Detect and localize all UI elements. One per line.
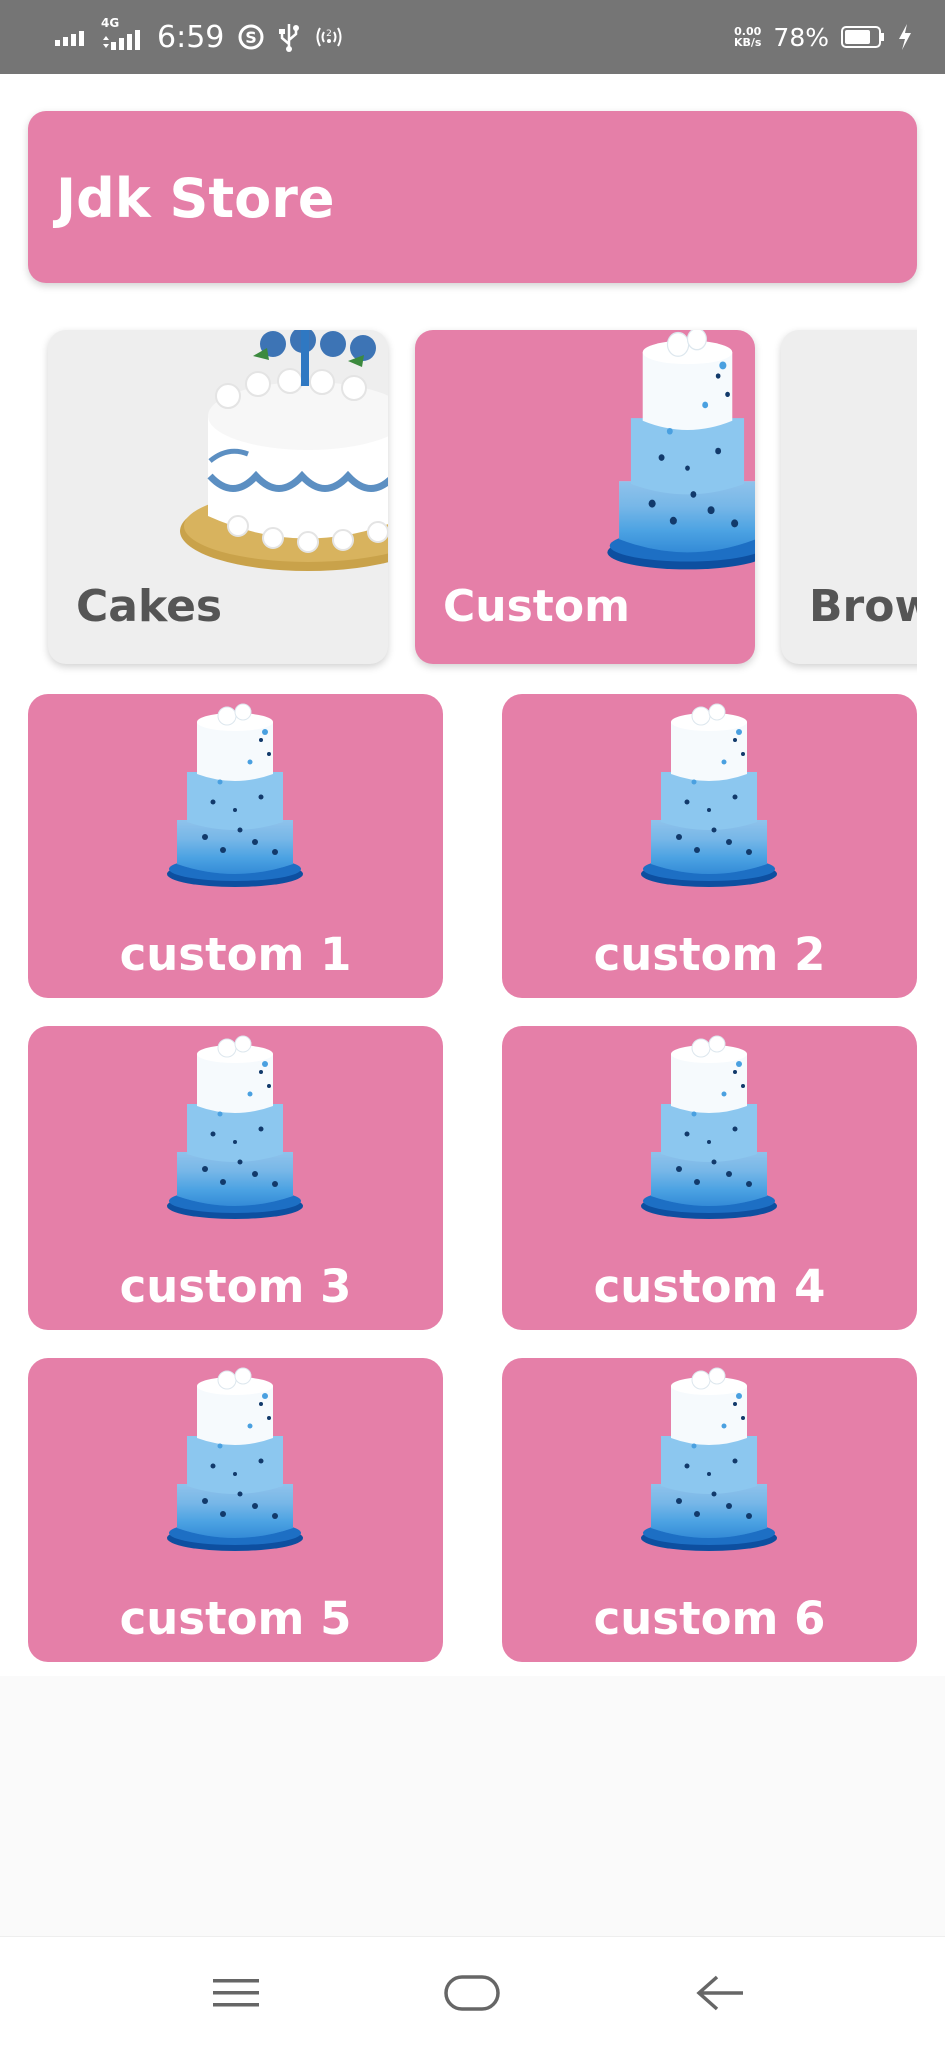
- signal-icon: [55, 28, 87, 46]
- charging-icon: [897, 23, 913, 51]
- svg-text:2: 2: [327, 29, 333, 39]
- category-label: Custom: [443, 581, 630, 632]
- product-label: custom 5: [119, 1592, 352, 1645]
- home-icon: [444, 1975, 500, 2011]
- product-label: custom 2: [593, 928, 826, 981]
- back-button[interactable]: [690, 1965, 750, 2021]
- product-card[interactable]: custom 1: [28, 694, 443, 998]
- app-title: Jdk Store: [56, 167, 335, 230]
- product-card[interactable]: custom 6: [502, 1358, 917, 1662]
- product-grid: custom 1 custom 2 custom 3 custom 4 cust…: [0, 676, 945, 1676]
- product-card[interactable]: custom 5: [28, 1358, 443, 1662]
- product-card[interactable]: custom 3: [28, 1026, 443, 1330]
- category-label: Cakes: [76, 581, 223, 632]
- battery-percent: 78%: [773, 22, 829, 52]
- status-right: 0.00 KB/s 78%: [734, 0, 913, 74]
- product-label: custom 1: [119, 928, 352, 981]
- custom-cake-image: [640, 703, 778, 888]
- network-speed-unit: KB/s: [733, 36, 762, 49]
- custom-cake-image: [640, 1035, 778, 1220]
- category-label: Brow: [809, 581, 917, 632]
- home-button[interactable]: [442, 1965, 502, 2021]
- category-card-custom[interactable]: Custom: [415, 330, 755, 664]
- navigation-bar: [0, 1936, 945, 2048]
- skype-icon: S: [238, 24, 264, 50]
- status-bar: 4G 6:59 S 2 0.00 KB/s 78%: [0, 0, 945, 74]
- menu-icon: [213, 1979, 259, 2007]
- product-card[interactable]: custom 4: [502, 1026, 917, 1330]
- hotspot-icon: 2: [314, 24, 344, 50]
- product-label: custom 3: [119, 1260, 352, 1313]
- empty-area: [0, 1676, 945, 1936]
- custom-cake-image: [640, 1367, 778, 1552]
- back-icon: [696, 1975, 743, 2011]
- network-speed: 0.00 KB/s: [734, 26, 761, 48]
- battery-icon: [841, 25, 885, 49]
- custom-cake-image: [166, 703, 304, 888]
- category-card-brownies[interactable]: Brow: [781, 330, 917, 664]
- custom-cake-image: [606, 330, 755, 571]
- svg-text:S: S: [246, 28, 258, 47]
- menu-button[interactable]: [206, 1965, 266, 2021]
- header-card: Jdk Store: [28, 111, 917, 283]
- custom-cake-image: [166, 1367, 304, 1552]
- product-card[interactable]: custom 2: [502, 694, 917, 998]
- product-label: custom 6: [593, 1592, 826, 1645]
- network-type: 4G: [101, 16, 120, 30]
- product-label: custom 4: [593, 1260, 826, 1313]
- custom-cake-image: [166, 1035, 304, 1220]
- clock: 6:59: [157, 19, 225, 55]
- category-card-cakes[interactable]: Cakes: [48, 330, 388, 664]
- usb-icon: [278, 22, 300, 52]
- signal-4g-icon: 4G: [101, 16, 143, 50]
- cake-image: [180, 330, 388, 571]
- category-strip[interactable]: Cakes Custom Brow: [28, 326, 917, 676]
- status-left: 4G 6:59 S 2: [55, 0, 344, 74]
